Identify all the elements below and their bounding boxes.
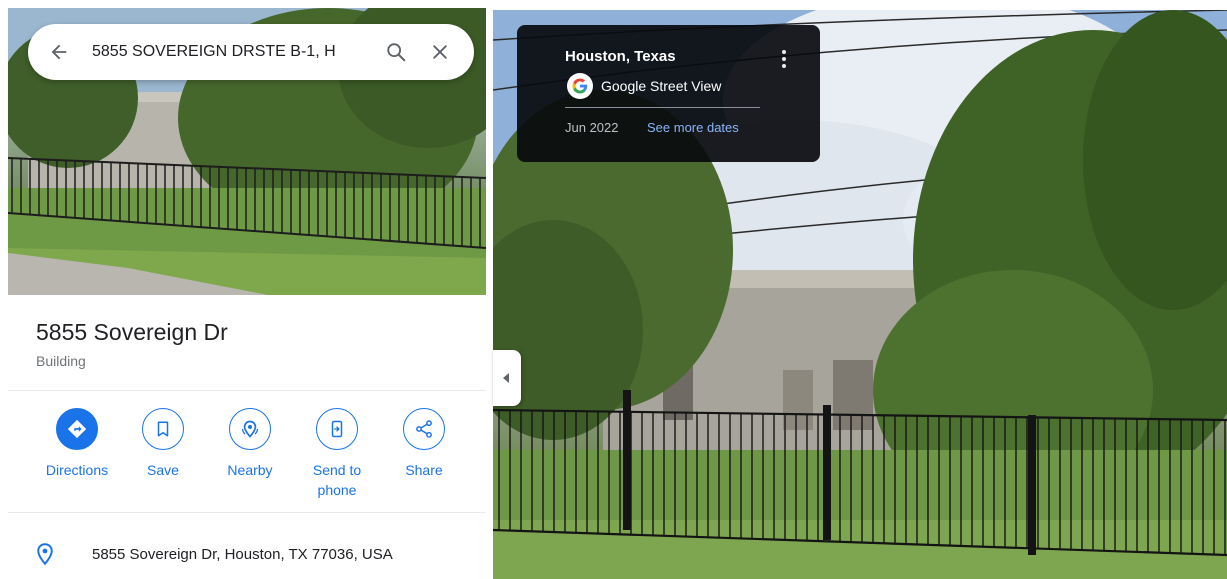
address-pin <box>8 530 78 571</box>
directions-icon <box>67 419 87 439</box>
nearby-circle <box>229 408 271 450</box>
share-icon <box>416 420 432 438</box>
see-more-dates-link[interactable]: See more dates <box>647 120 739 135</box>
save-label: Save <box>147 462 179 478</box>
share-circle <box>403 408 445 450</box>
save-circle <box>142 408 184 450</box>
arrow-left-icon <box>51 44 67 60</box>
nearby-icon <box>241 420 259 438</box>
street-view-menu-button[interactable] <box>774 47 794 71</box>
location-pin-icon <box>37 543 53 566</box>
search-input[interactable] <box>80 32 374 72</box>
google-g-icon <box>567 73 593 99</box>
place-side-panel: 5855 Sovereign Dr Building Directions <box>0 0 488 579</box>
send-to-phone-circle <box>316 408 358 450</box>
more-vertical-icon <box>782 50 786 68</box>
send-to-phone-button[interactable]: Send to phone <box>292 408 382 500</box>
divider <box>8 512 486 513</box>
search-icon <box>387 43 406 62</box>
directions-label: Directions <box>45 462 109 478</box>
street-view-date: Jun 2022 <box>565 120 619 135</box>
share-label: Share <box>405 462 443 478</box>
close-icon <box>433 45 447 59</box>
bookmark-icon <box>157 421 169 437</box>
divider <box>8 390 486 391</box>
collapse-panel-button[interactable] <box>493 350 521 406</box>
street-view-location: Houston, Texas <box>565 48 676 65</box>
place-action-row: Directions Save Nearby Send to phone Sha… <box>8 408 486 504</box>
share-button[interactable]: Share <box>379 408 469 480</box>
send-to-phone-icon <box>331 420 343 438</box>
place-header: 5855 Sovereign Dr Building <box>36 318 466 370</box>
back-button[interactable] <box>28 24 80 80</box>
google-g-logo <box>572 78 588 94</box>
street-view-brand-row: Google Street View <box>567 73 721 99</box>
send-to-phone-label: Send to phone <box>312 462 362 498</box>
maps-app: 5855 Sovereign Dr Building Directions <box>0 0 1227 579</box>
search-box <box>28 24 474 80</box>
clear-search-button[interactable] <box>418 24 462 80</box>
street-view-info-card: Houston, Texas Google Street View Jun 20… <box>517 25 820 162</box>
street-view-brand: Google Street View <box>601 78 722 94</box>
place-category[interactable]: Building <box>36 352 466 370</box>
nearby-button[interactable]: Nearby <box>205 408 295 480</box>
directions-button[interactable]: Directions <box>32 408 122 480</box>
save-button[interactable]: Save <box>118 408 208 480</box>
directions-circle <box>56 408 98 450</box>
address-text: 5855 Sovereign Dr, Houston, TX 77036, US… <box>92 546 393 563</box>
caret-left-icon <box>503 373 509 383</box>
place-title: 5855 Sovereign Dr <box>36 319 228 345</box>
nearby-label: Nearby <box>227 462 273 478</box>
card-divider <box>565 107 760 108</box>
address-row[interactable]: 5855 Sovereign Dr, Houston, TX 77036, US… <box>8 530 486 578</box>
search-button[interactable] <box>374 24 418 80</box>
